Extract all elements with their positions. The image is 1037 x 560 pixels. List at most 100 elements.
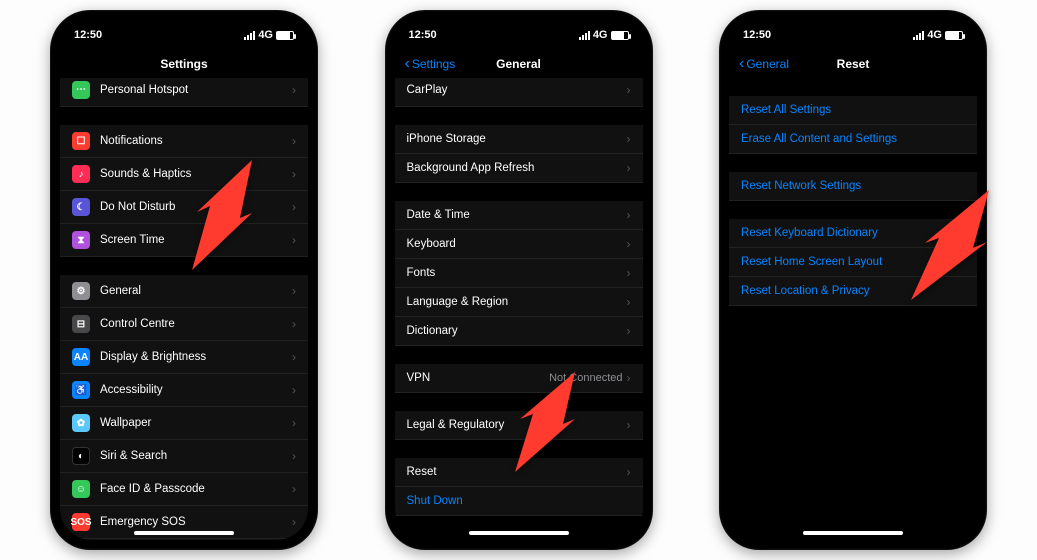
row-label: Sounds & Haptics: [100, 168, 292, 180]
row-label: Do Not Disturb: [100, 201, 292, 213]
row-label: Dictionary: [407, 325, 627, 337]
row-keyboard[interactable]: Keyboard›: [395, 230, 643, 259]
row-label: VPN: [407, 372, 550, 384]
row-reset-home-screen-layout[interactable]: Reset Home Screen Layout: [729, 248, 977, 277]
row-language-region[interactable]: Language & Region›: [395, 288, 643, 317]
row-label: Legal & Regulatory: [407, 419, 627, 431]
row-fonts[interactable]: Fonts›: [395, 259, 643, 288]
row-vpn[interactable]: VPNNot Connected›: [395, 364, 643, 393]
row-reset-network-settings[interactable]: Reset Network Settings: [729, 172, 977, 201]
notch: [459, 20, 579, 42]
row-reset-keyboard-dictionary[interactable]: Reset Keyboard Dictionary: [729, 219, 977, 248]
row-dictionary[interactable]: Dictionary›: [395, 317, 643, 346]
phone-general: 12:50 4G ‹ Settings General CarPlay› iPh…: [385, 10, 653, 550]
row-reset-all-settings[interactable]: Reset All Settings: [729, 96, 977, 125]
do-not-disturb-icon: ☾: [72, 198, 90, 216]
nav-bar: ‹ Settings General: [395, 50, 643, 78]
back-label: General: [746, 57, 789, 71]
chevron-right-icon: ›: [627, 295, 631, 309]
row-face-id-passcode[interactable]: ☺ Face ID & Passcode›: [60, 473, 308, 506]
row-reset[interactable]: Reset›: [395, 458, 643, 487]
screen: 12:50 4G Settings ⋯Personal Hotspot› ☐No…: [60, 20, 308, 540]
row-shut-down[interactable]: Shut Down: [395, 487, 643, 516]
row-battery[interactable]: ▮Battery›: [60, 539, 308, 540]
row-label: Reset Home Screen Layout: [741, 256, 965, 268]
row-notifications[interactable]: ☐Notifications›: [60, 125, 308, 158]
row-date-time[interactable]: Date & Time›: [395, 201, 643, 230]
content[interactable]: ⋯Personal Hotspot› ☐Notifications›♪Sound…: [60, 78, 308, 540]
nav-bar: ‹ General Reset: [729, 50, 977, 78]
row-label: Personal Hotspot: [100, 84, 292, 96]
row-label: Reset Keyboard Dictionary: [741, 227, 965, 239]
chevron-right-icon: ›: [292, 83, 296, 97]
chevron-right-icon: ›: [292, 317, 296, 331]
face-id-passcode-icon: ☺: [72, 480, 90, 498]
chevron-right-icon: ›: [292, 383, 296, 397]
row-screen-time[interactable]: ⧗Screen Time›: [60, 224, 308, 257]
row-wallpaper[interactable]: ✿Wallpaper›: [60, 407, 308, 440]
chevron-left-icon: ‹: [405, 56, 410, 72]
signal-icon: [913, 31, 924, 40]
row-personal-hotspot[interactable]: ⋯ Personal Hotspot›: [60, 78, 308, 107]
network-label: 4G: [593, 29, 608, 41]
content[interactable]: Reset All SettingsErase All Content and …: [729, 78, 977, 540]
row-label: Wallpaper: [100, 417, 292, 429]
chevron-right-icon: ›: [292, 167, 296, 181]
row-label: CarPlay: [407, 84, 627, 96]
chevron-right-icon: ›: [627, 465, 631, 479]
row-iphone-storage[interactable]: iPhone Storage›: [395, 125, 643, 154]
screen: 12:50 4G ‹ Settings General CarPlay› iPh…: [395, 20, 643, 540]
chevron-right-icon: ›: [292, 134, 296, 148]
row-label: Face ID & Passcode: [100, 483, 292, 495]
row-legal-regulatory[interactable]: Legal & Regulatory›: [395, 411, 643, 440]
sounds-haptics-icon: ♪: [72, 165, 90, 183]
chevron-right-icon: ›: [292, 515, 296, 529]
personal-hotspot-icon: ⋯: [72, 81, 90, 99]
row-label: Reset Network Settings: [741, 180, 965, 192]
row-label: Siri & Search: [100, 450, 292, 462]
row-label: Date & Time: [407, 209, 627, 221]
row-reset-location-privacy[interactable]: Reset Location & Privacy: [729, 277, 977, 306]
row-control-centre[interactable]: ⊟Control Centre›: [60, 308, 308, 341]
chevron-right-icon: ›: [627, 132, 631, 146]
phone-settings: 12:50 4G Settings ⋯Personal Hotspot› ☐No…: [50, 10, 318, 550]
chevron-right-icon: ›: [292, 200, 296, 214]
siri-search-icon: ◐: [72, 447, 90, 465]
row-label: Emergency SOS: [100, 516, 292, 528]
accessibility-icon: ♿: [72, 381, 90, 399]
row-siri-search[interactable]: ◐Siri & Search›: [60, 440, 308, 473]
status-time: 12:50: [409, 29, 437, 41]
chevron-right-icon: ›: [292, 482, 296, 496]
home-indicator[interactable]: [469, 531, 569, 535]
home-indicator[interactable]: [134, 531, 234, 535]
back-button[interactable]: ‹ Settings: [405, 56, 456, 72]
home-indicator[interactable]: [803, 531, 903, 535]
chevron-right-icon: ›: [627, 418, 631, 432]
chevron-right-icon: ›: [627, 266, 631, 280]
row-label: Reset Location & Privacy: [741, 285, 965, 297]
chevron-right-icon: ›: [292, 284, 296, 298]
back-button[interactable]: ‹ General: [739, 56, 789, 72]
display-brightness-icon: AA: [72, 348, 90, 366]
row-sounds-haptics[interactable]: ♪ Sounds & Haptics›: [60, 158, 308, 191]
row-erase-all-content-and-settings[interactable]: Erase All Content and Settings: [729, 125, 977, 154]
screen-time-icon: ⧗: [72, 231, 90, 249]
network-label: 4G: [258, 29, 273, 41]
row-detail: Not Connected: [549, 372, 622, 384]
nav-bar: Settings: [60, 50, 308, 78]
page-title: Settings: [160, 57, 207, 71]
row-general[interactable]: ⚙General›: [60, 275, 308, 308]
status-time: 12:50: [743, 29, 771, 41]
status-time: 12:50: [74, 29, 102, 41]
row-label: Accessibility: [100, 384, 292, 396]
screen: 12:50 4G ‹ General Reset Reset All Setti…: [729, 20, 977, 540]
content[interactable]: CarPlay› iPhone Storage›Background App R…: [395, 78, 643, 540]
battery-icon: [276, 31, 294, 40]
row-label: iPhone Storage: [407, 133, 627, 145]
row-carplay[interactable]: CarPlay›: [395, 78, 643, 107]
row-background-app-refresh[interactable]: Background App Refresh›: [395, 154, 643, 183]
row-display-brightness[interactable]: AADisplay & Brightness›: [60, 341, 308, 374]
row-do-not-disturb[interactable]: ☾ Do Not Disturb›: [60, 191, 308, 224]
battery-icon: [611, 31, 629, 40]
row-accessibility[interactable]: ♿ Accessibility›: [60, 374, 308, 407]
